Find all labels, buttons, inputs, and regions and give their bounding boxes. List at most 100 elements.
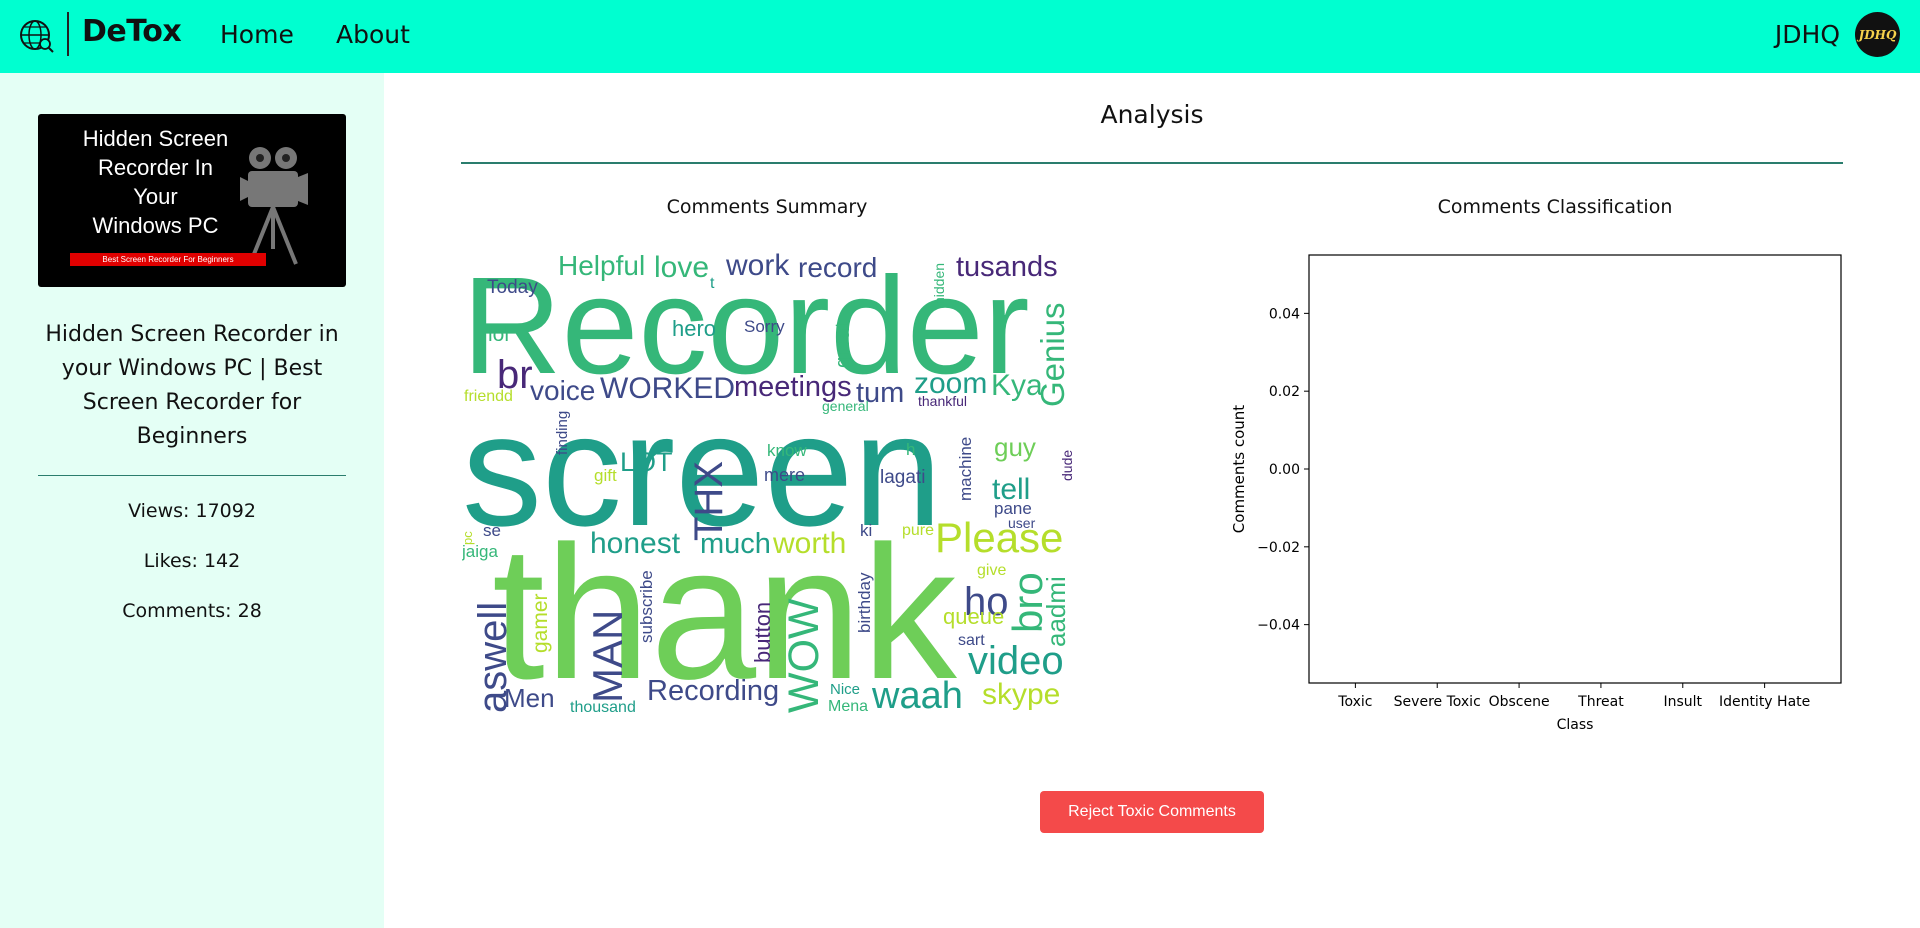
wordcloud-word: WOW xyxy=(780,598,828,713)
wordcloud-word: Kya xyxy=(991,369,1043,402)
wordcloud-word: WORKED xyxy=(600,372,735,405)
y-tick-label: −0.04 xyxy=(1257,618,1300,634)
wordcloud-word: dude xyxy=(1059,450,1074,481)
wordcloud-word: birthday xyxy=(855,572,874,633)
wordcloud-word: gamer xyxy=(529,593,552,653)
views-count: Views: 17092 xyxy=(128,500,256,522)
likes-count: Likes: 142 xyxy=(143,550,241,572)
sidebar-divider xyxy=(38,475,346,476)
wordcloud-word: love xyxy=(654,251,709,284)
x-tick-label: Severe Toxic xyxy=(1394,694,1481,710)
video-title-line: Beginners xyxy=(136,424,248,449)
chart-plot-area xyxy=(1308,254,1842,684)
movie-camera-icon xyxy=(240,147,308,265)
wordcloud-word: thankful xyxy=(918,393,967,409)
avatar[interactable]: JDHQ xyxy=(1855,12,1900,57)
y-axis-label: Comments count xyxy=(1230,405,1248,534)
wordcloud-word: aadmi xyxy=(1041,576,1071,647)
wordcloud-word: t xyxy=(710,275,715,292)
wordcloud-word: video xyxy=(968,639,1064,683)
reject-toxic-comments-button[interactable]: Reject Toxic Comments xyxy=(1040,791,1264,833)
wordcloud-word: work xyxy=(725,249,790,282)
wordcloud-word: Today xyxy=(487,277,538,298)
wordcloud-word: Recording xyxy=(647,675,779,707)
x-tick-label: Insult xyxy=(1663,694,1702,710)
wordcloud-word: subscribe xyxy=(637,570,656,643)
brand-name[interactable]: DeTox xyxy=(82,14,182,49)
wordcloud-word: queue xyxy=(943,604,1004,629)
globe-logo-icon[interactable] xyxy=(18,16,56,54)
wordcloud-word: MAN xyxy=(584,610,631,703)
thumbnail-text-line: Your xyxy=(133,184,178,209)
wordcloud-word: Nice xyxy=(830,681,860,698)
classification-chart: 0.04 0.02 0.00 −0.02 −0.04 Toxic Severe Toxic O… xyxy=(1230,254,1842,733)
wordcloud-word: skype xyxy=(982,678,1060,711)
analysis-divider xyxy=(461,162,1843,164)
video-title: Hidden Screen Recorder in your Windows P… xyxy=(30,318,354,454)
x-tick-label: Identity Hate xyxy=(1719,694,1810,710)
logo-divider xyxy=(67,12,69,56)
x-axis-label: Class xyxy=(1557,717,1594,733)
analysis-title: Analysis xyxy=(1100,100,1204,129)
wordcloud-word: se xyxy=(483,521,501,540)
video-title-line: Screen Recorder for xyxy=(82,390,302,415)
wordcloud-word: tusands xyxy=(956,251,1058,283)
y-tick-label: 0.02 xyxy=(1269,384,1300,400)
user-name[interactable]: JDHQ xyxy=(1775,20,1840,49)
wordcloud-word: give xyxy=(977,562,1006,579)
wordcloud-word: button xyxy=(750,602,775,663)
wordcloud-word: friendd xyxy=(464,388,513,405)
wordcloud-word: mere xyxy=(764,465,805,485)
wordcloud-word: finding xyxy=(554,411,571,455)
wordcloud-word: know xyxy=(767,441,807,460)
wordcloud-word: LOT xyxy=(620,447,673,477)
wordcloud-word: jaiga xyxy=(462,542,498,561)
x-tick-label: Toxic xyxy=(1337,694,1372,710)
navbar: DeTox Home About JDHQ JDHQ xyxy=(0,0,1920,73)
y-tick-label: 0.04 xyxy=(1269,306,1300,322)
nav-home-link[interactable]: Home xyxy=(220,20,294,49)
x-tick-label: Threat xyxy=(1577,694,1624,710)
wordcloud-word: Sorry xyxy=(744,317,785,336)
comments-summary-title: Comments Summary xyxy=(666,196,868,218)
wordcloud-word: hidden xyxy=(931,263,947,305)
wordcloud-word: gift xyxy=(594,466,617,485)
video-sidebar: Hidden Screen Recorder In Your Windows P… xyxy=(0,73,384,928)
wordcloud-word: record xyxy=(798,252,877,283)
thumbnail-text: Hidden Screen Recorder In Your Windows P… xyxy=(58,124,253,240)
video-title-line: Hidden Screen Recorder in xyxy=(45,322,339,347)
comments-classification-title: Comments Classification xyxy=(1437,196,1673,218)
wordcloud-word: Helpful xyxy=(558,250,645,281)
video-thumbnail: Hidden Screen Recorder In Your Windows P… xyxy=(38,114,346,287)
wordcloud-word: thousand xyxy=(570,699,636,716)
wordcloud-word: honest xyxy=(590,527,681,560)
wordcloud-word: Mena xyxy=(828,698,868,715)
wordcloud-word: much xyxy=(700,528,771,560)
wordcloud-word: lagati xyxy=(880,467,925,488)
wordcloud-word: waah xyxy=(871,675,963,717)
wordcloud-word: lol xyxy=(488,323,509,346)
thumbnail-text-line: Hidden Screen xyxy=(82,126,229,151)
wordcloud-word: ki xyxy=(860,521,872,540)
wordcloud-word: great xyxy=(832,322,854,368)
comments-wordcloud: RecorderscreenthankHelpful love work record… xyxy=(462,249,1074,719)
wordcloud-word: guy xyxy=(994,432,1036,462)
wordcloud-word: worth xyxy=(772,527,846,560)
comments-count: Comments: 28 xyxy=(122,600,262,622)
wordcloud-word: voice xyxy=(530,375,595,406)
wordcloud-word: machine xyxy=(956,437,975,501)
thumbnail-text-line: Recorder In xyxy=(98,155,213,180)
video-title-line: your Windows PC | Best xyxy=(61,356,323,381)
x-tick-label: Obscene xyxy=(1489,694,1550,710)
y-tick-label: 0.00 xyxy=(1269,462,1300,478)
wordcloud-word: Please xyxy=(935,514,1063,561)
wordcloud-word: general xyxy=(822,398,869,414)
wordcloud-word: h xyxy=(906,440,915,459)
wordcloud-word: hero xyxy=(672,316,716,341)
y-tick-label: −0.02 xyxy=(1257,540,1300,556)
nav-about-link[interactable]: About xyxy=(336,20,410,49)
thumbnail-text-line: Windows PC xyxy=(92,213,219,238)
wordcloud-word: Men xyxy=(504,683,555,713)
wordcloud-word: pure xyxy=(902,522,934,539)
thumbnail-banner: Best Screen Recorder For Beginners xyxy=(70,253,266,266)
